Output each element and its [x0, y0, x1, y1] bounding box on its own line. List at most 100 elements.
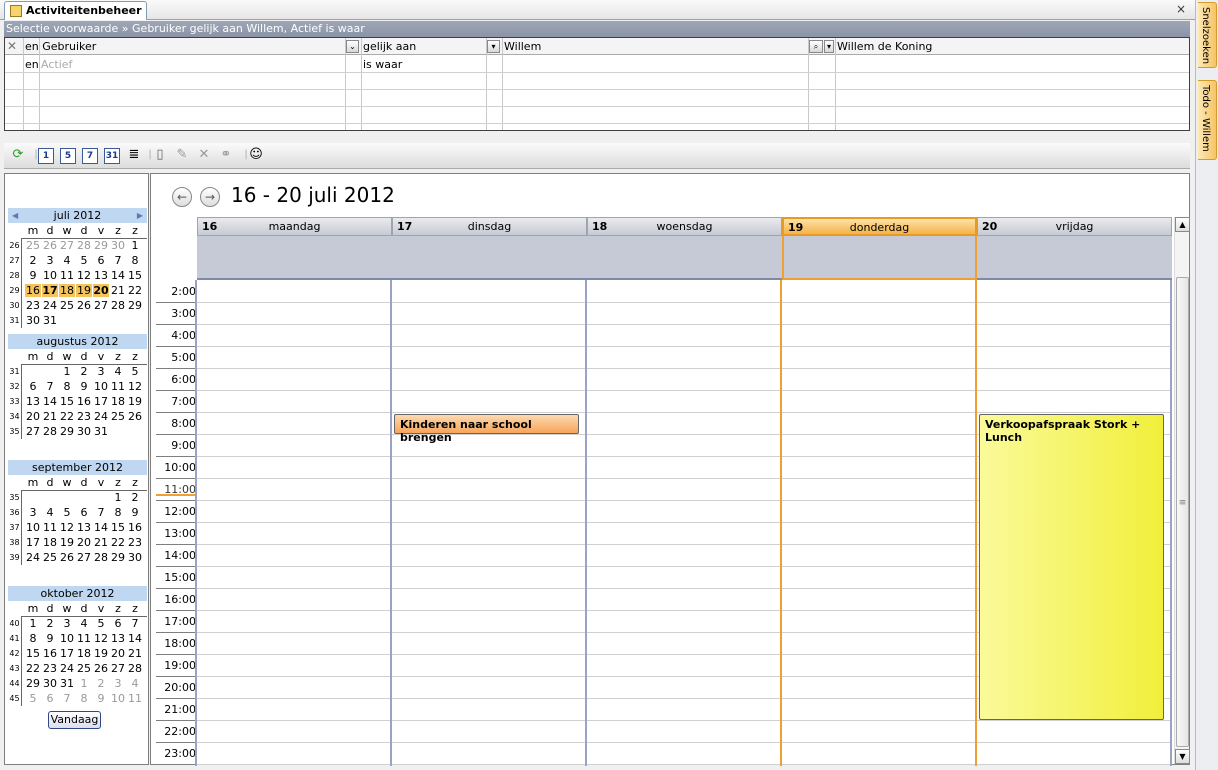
mini-day[interactable]: 13 — [25, 395, 41, 408]
mini-day[interactable]: 1 — [59, 365, 75, 378]
mini-day[interactable]: 20 — [25, 410, 41, 423]
next-week-button[interactable]: → — [200, 187, 220, 207]
mini-day[interactable]: 2 — [42, 617, 58, 630]
mini-day[interactable]: 26 — [127, 410, 143, 423]
mini-day[interactable]: 16 — [127, 521, 143, 534]
mini-day[interactable]: 16 — [25, 284, 41, 297]
mini-day[interactable]: 25 — [25, 239, 41, 252]
mini-day[interactable]: 18 — [76, 647, 92, 660]
mini-day[interactable]: 29 — [59, 425, 75, 438]
mini-day[interactable]: 2 — [127, 491, 143, 504]
mini-day[interactable]: 8 — [127, 254, 143, 267]
filter-operator-1[interactable]: gelijk aan — [363, 40, 416, 53]
filter-operator-2[interactable]: is waar — [363, 58, 402, 71]
mini-day[interactable]: 27 — [25, 425, 41, 438]
mini-day[interactable]: 21 — [93, 536, 109, 549]
mini-day[interactable]: 28 — [93, 551, 109, 564]
mini-day[interactable]: 10 — [110, 692, 126, 705]
mini-day[interactable]: 12 — [127, 380, 143, 393]
mini-day[interactable]: 9 — [93, 692, 109, 705]
delete-icon[interactable]: ✕ — [196, 148, 212, 164]
mini-day[interactable]: 15 — [25, 647, 41, 660]
mini-day[interactable]: 6 — [110, 617, 126, 630]
mini-day[interactable]: 21 — [42, 410, 58, 423]
mini-day[interactable]: 7 — [93, 506, 109, 519]
mini-day[interactable]: 13 — [93, 269, 109, 282]
mini-day[interactable]: 26 — [93, 662, 109, 675]
mini-day[interactable]: 1 — [127, 239, 143, 252]
day-header-maandag[interactable]: 16 maandag — [197, 217, 392, 236]
mini-day[interactable]: 3 — [25, 506, 41, 519]
mini-day[interactable]: 17 — [59, 647, 75, 660]
all-day-area[interactable] — [392, 236, 587, 280]
search-icon[interactable]: ⌕ — [809, 40, 823, 53]
mini-day[interactable]: 5 — [76, 254, 92, 267]
mini-day[interactable]: 17 — [93, 395, 109, 408]
mini-day[interactable]: 22 — [59, 410, 75, 423]
mini-day[interactable]: 2 — [93, 677, 109, 690]
mini-day[interactable]: 4 — [127, 677, 143, 690]
day-header-vrijdag[interactable]: 20 vrijdag — [977, 217, 1172, 236]
next-month-icon[interactable]: ▶ — [137, 208, 143, 223]
view-5-day-button[interactable]: 5 — [60, 148, 76, 164]
mini-day[interactable]: 15 — [127, 269, 143, 282]
mini-day[interactable]: 17 — [25, 536, 41, 549]
mini-day[interactable]: 28 — [42, 425, 58, 438]
mini-day[interactable]: 20 — [76, 536, 92, 549]
mini-day[interactable]: 28 — [110, 299, 126, 312]
mini-day[interactable]: 4 — [110, 365, 126, 378]
all-day-area[interactable] — [197, 236, 392, 280]
mini-day[interactable]: 25 — [59, 299, 75, 312]
mini-day[interactable]: 7 — [127, 617, 143, 630]
view-1-day-button[interactable]: 1 — [38, 148, 54, 164]
list-view-icon[interactable]: ≣ — [126, 148, 142, 164]
mini-day[interactable]: 24 — [93, 410, 109, 423]
mini-day[interactable]: 19 — [76, 284, 92, 297]
all-day-area[interactable] — [587, 236, 782, 280]
mini-day[interactable]: 5 — [127, 365, 143, 378]
mini-day[interactable]: 26 — [59, 551, 75, 564]
mini-day[interactable]: 17 — [42, 284, 58, 297]
mini-day[interactable]: 22 — [25, 662, 41, 675]
mini-day[interactable]: 15 — [59, 395, 75, 408]
mini-day[interactable]: 11 — [76, 632, 92, 645]
mini-day[interactable]: 10 — [93, 380, 109, 393]
mini-day[interactable]: 24 — [59, 662, 75, 675]
appointment[interactable]: Verkoopafspraak Stork + Lunch — [979, 414, 1164, 720]
scroll-up-icon[interactable]: ▲ — [1175, 217, 1190, 232]
mini-day[interactable]: 11 — [110, 380, 126, 393]
mini-day[interactable]: 5 — [93, 617, 109, 630]
mini-day[interactable]: 15 — [110, 521, 126, 534]
today-button[interactable]: Vandaag — [48, 711, 101, 729]
link-icon[interactable]: ⚭ — [218, 148, 234, 164]
mini-day[interactable]: 23 — [127, 536, 143, 549]
mini-day[interactable]: 20 — [110, 647, 126, 660]
mini-day[interactable]: 18 — [59, 284, 75, 297]
day-header-donderdag[interactable]: 19 donderdag — [782, 217, 977, 236]
mini-day[interactable]: 27 — [76, 551, 92, 564]
mini-day[interactable]: 8 — [110, 506, 126, 519]
mini-day[interactable]: 26 — [76, 299, 92, 312]
mini-day[interactable]: 25 — [76, 662, 92, 675]
mini-day[interactable]: 13 — [110, 632, 126, 645]
mini-day[interactable]: 12 — [76, 269, 92, 282]
edit-icon[interactable]: ✎ — [174, 148, 190, 164]
mini-day[interactable]: 30 — [127, 551, 143, 564]
tab-todo-willem[interactable]: Todo - Willem — [1198, 80, 1217, 160]
dropdown-icon[interactable]: ▾ — [824, 40, 834, 53]
mini-day[interactable]: 2 — [76, 365, 92, 378]
mini-day[interactable]: 5 — [25, 692, 41, 705]
mini-day[interactable]: 6 — [25, 380, 41, 393]
mini-day[interactable]: 8 — [25, 632, 41, 645]
mini-day[interactable]: 6 — [42, 692, 58, 705]
dropdown-icon[interactable]: ⌄ — [346, 40, 359, 53]
mini-day[interactable]: 6 — [76, 506, 92, 519]
mini-day[interactable]: 30 — [110, 239, 126, 252]
vertical-scrollbar[interactable]: ▲ ≡ ▼ — [1174, 217, 1190, 764]
mini-day[interactable]: 25 — [42, 551, 58, 564]
mini-day[interactable]: 3 — [59, 617, 75, 630]
mini-day[interactable]: 11 — [59, 269, 75, 282]
appointment[interactable]: Kinderen naar school brengen — [394, 414, 579, 444]
mini-day[interactable]: 7 — [59, 692, 75, 705]
mini-day[interactable]: 23 — [42, 662, 58, 675]
